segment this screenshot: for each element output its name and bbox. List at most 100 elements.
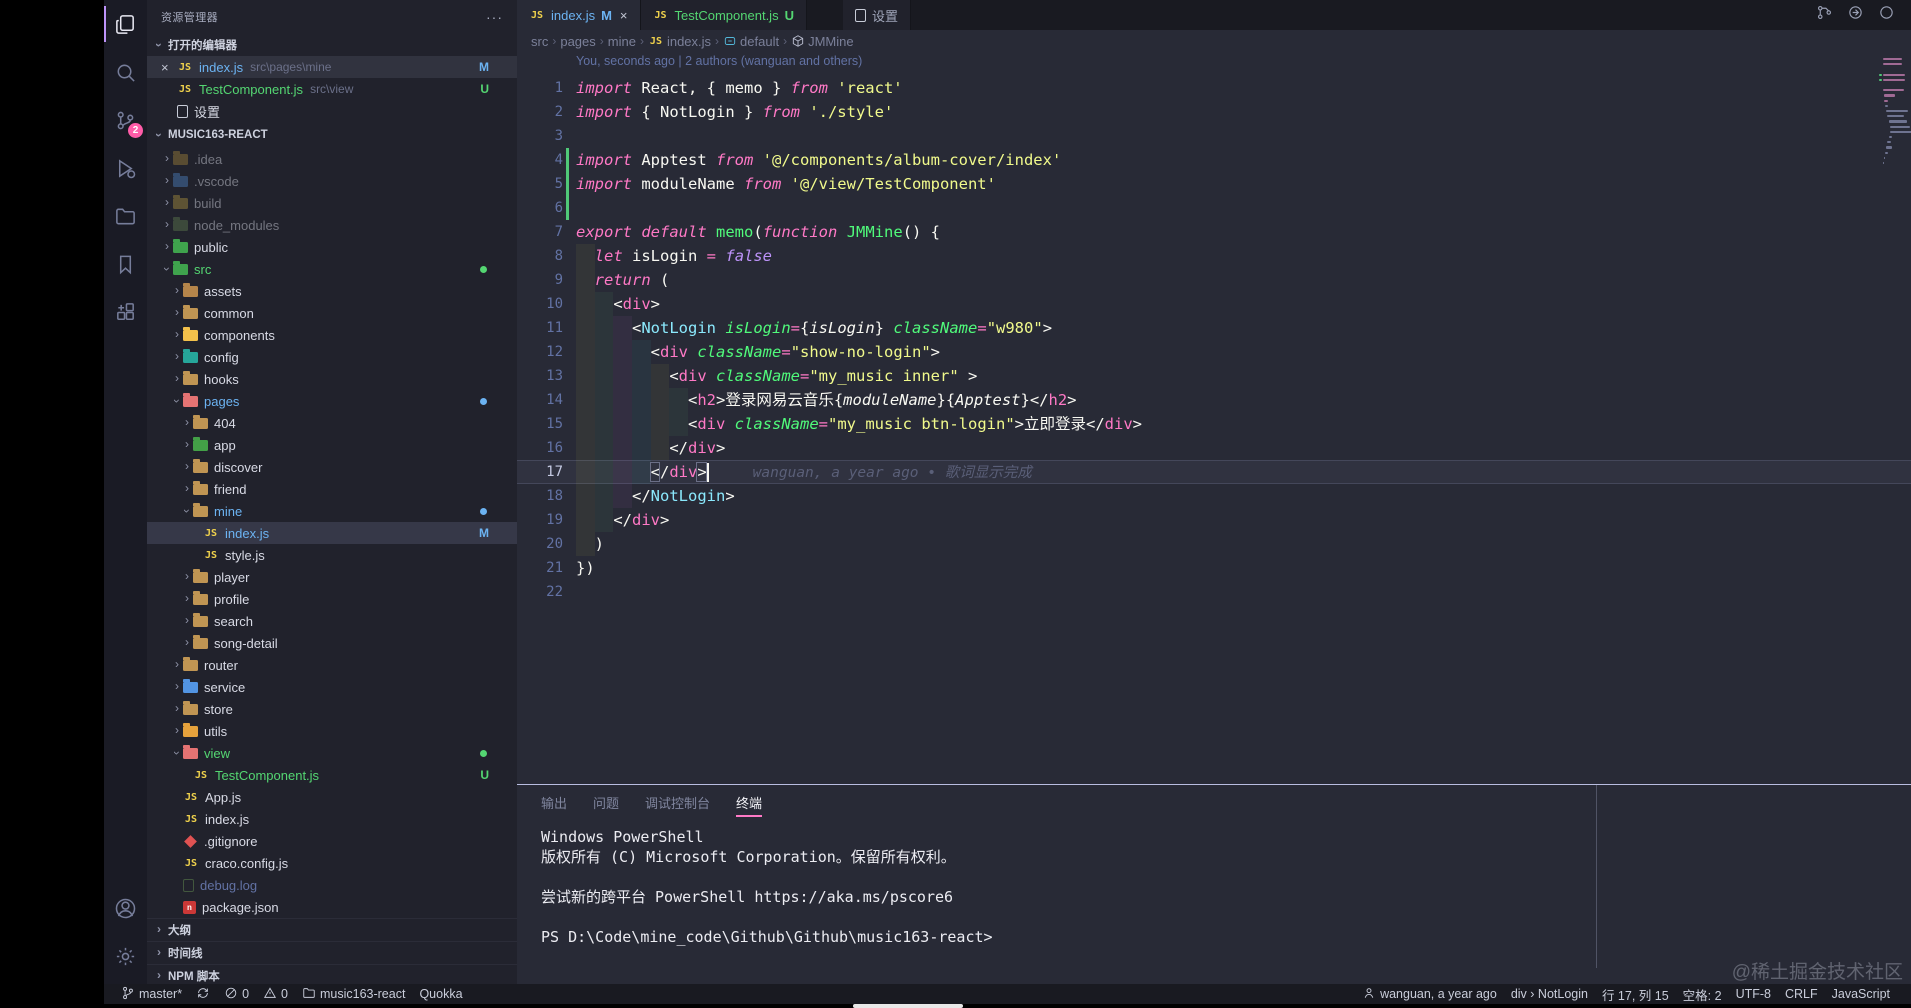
code-line[interactable]: 1 import React, { memo } from 'react' xyxy=(517,76,1911,100)
source-control-graph-icon[interactable] xyxy=(1816,4,1833,26)
run-debug-icon[interactable] xyxy=(104,144,147,192)
tree-item[interactable]: .gitignore xyxy=(147,830,517,852)
code-line[interactable]: 4 import Apptest from '@/components/album… xyxy=(517,148,1911,172)
tree-item[interactable]: › view xyxy=(147,742,517,764)
tree-item[interactable]: › .idea xyxy=(147,148,517,170)
tree-item[interactable]: JS style.js xyxy=(147,544,517,566)
status-item[interactable]: music163-react xyxy=(295,986,412,1003)
line-number[interactable]: 18 xyxy=(517,484,563,508)
code-line[interactable]: 5 import moduleName from '@/view/TestComp… xyxy=(517,172,1911,196)
code-line[interactable]: 10 <div> xyxy=(517,292,1911,316)
status-item[interactable]: wanguan, a year ago xyxy=(1355,985,1504,1004)
account-icon[interactable] xyxy=(104,884,147,932)
status-item[interactable]: 0 xyxy=(256,986,295,1003)
line-number[interactable]: 3 xyxy=(517,124,563,148)
tree-item[interactable]: › router xyxy=(147,654,517,676)
line-number[interactable]: 9 xyxy=(517,268,563,292)
files-icon[interactable] xyxy=(104,0,147,48)
line-number[interactable]: 1 xyxy=(517,76,563,100)
status-item[interactable]: 空格: 2 xyxy=(1676,985,1729,1004)
status-item[interactable]: div › NotLogin xyxy=(1504,985,1595,1004)
open-editor-item[interactable]: × JS index.js src\pages\mine M xyxy=(147,56,517,78)
tree-item[interactable]: JS craco.config.js xyxy=(147,852,517,874)
code-line[interactable]: 17 </div> wanguan, a year ago • 歌词显示完成 xyxy=(517,460,1911,484)
line-number[interactable]: 16 xyxy=(517,436,563,460)
tree-item[interactable]: › pages xyxy=(147,390,517,412)
line-number[interactable]: 2 xyxy=(517,100,563,124)
breadcrumb-item[interactable]: src xyxy=(531,34,548,49)
code-line[interactable]: 8 let isLogin = false xyxy=(517,244,1911,268)
code-line[interactable]: 9 return ( xyxy=(517,268,1911,292)
tree-item[interactable]: › common xyxy=(147,302,517,324)
tree-item[interactable]: › service xyxy=(147,676,517,698)
extensions-icon[interactable] xyxy=(104,288,147,336)
tree-item[interactable]: › src xyxy=(147,258,517,280)
panel-tab-调试控制台[interactable]: 调试控制台 xyxy=(645,793,710,817)
preview-circle-icon[interactable] xyxy=(1878,4,1895,26)
code-line[interactable]: 15 <div className="my_music btn-login">立… xyxy=(517,412,1911,436)
tab-设置[interactable]: 设置 xyxy=(842,0,911,30)
tree-item[interactable]: › config xyxy=(147,346,517,368)
search-icon[interactable] xyxy=(104,48,147,96)
breadcrumb-item[interactable]: JMMine xyxy=(791,34,854,49)
tree-item[interactable]: › 404 xyxy=(147,412,517,434)
open-editor-item[interactable]: 设置 xyxy=(147,100,517,122)
line-number[interactable]: 13 xyxy=(517,364,563,388)
open-editors-header[interactable]: › 打开的编辑器 xyxy=(147,34,517,56)
bookmark-icon[interactable] xyxy=(104,240,147,288)
line-number[interactable]: 22 xyxy=(517,580,563,604)
tree-item[interactable]: › utils xyxy=(147,720,517,742)
panel-tab-终端[interactable]: 终端 xyxy=(736,793,763,817)
codelens-annotation[interactable]: You, seconds ago | 2 authors (wanguan an… xyxy=(576,54,862,68)
tree-item[interactable]: › public xyxy=(147,236,517,258)
code-line[interactable]: 22 xyxy=(517,580,1911,604)
tree-item[interactable]: JS index.js M xyxy=(147,522,517,544)
line-number[interactable]: 20 xyxy=(517,532,563,556)
code-line[interactable]: 14 <h2>登录网易云音乐{moduleName}{Apptest}</h2> xyxy=(517,388,1911,412)
close-icon[interactable]: × xyxy=(161,60,177,75)
line-number[interactable]: 5 xyxy=(517,172,563,196)
tree-item[interactable]: › node_modules xyxy=(147,214,517,236)
line-number[interactable]: 7 xyxy=(517,220,563,244)
tree-item[interactable]: › song-detail xyxy=(147,632,517,654)
code-line[interactable]: 19 </div> xyxy=(517,508,1911,532)
code-line[interactable]: 6 xyxy=(517,196,1911,220)
code-line[interactable]: 20 ) xyxy=(517,532,1911,556)
breadcrumb-item[interactable]: pages xyxy=(560,34,595,49)
tree-item[interactable]: › .vscode xyxy=(147,170,517,192)
code-line[interactable]: 13 <div className="my_music inner" > xyxy=(517,364,1911,388)
tree-item[interactable]: › mine xyxy=(147,500,517,522)
line-number[interactable]: 10 xyxy=(517,292,563,316)
tab-index.js[interactable]: JS index.js M × xyxy=(517,0,641,30)
tree-item[interactable]: › discover xyxy=(147,456,517,478)
terminal[interactable]: Windows PowerShell 版权所有 (C) Microsoft Cor… xyxy=(517,817,1911,947)
status-item[interactable]: master* xyxy=(114,986,189,1003)
open-editor-item[interactable]: JS TestComponent.js src\view U xyxy=(147,78,517,100)
line-number[interactable]: 11 xyxy=(517,316,563,340)
breadcrumb-item[interactable]: JS index.js xyxy=(648,34,711,49)
line-number[interactable]: 17 xyxy=(517,460,563,484)
line-number[interactable]: 12 xyxy=(517,340,563,364)
tree-item[interactable]: › profile xyxy=(147,588,517,610)
code-editor[interactable]: You, seconds ago | 2 authors (wanguan an… xyxy=(517,52,1911,784)
status-item[interactable]: 行 17, 列 15 xyxy=(1595,985,1676,1004)
settings-gear-icon[interactable] xyxy=(104,932,147,980)
close-icon[interactable]: × xyxy=(620,8,628,23)
code-line[interactable]: 3 xyxy=(517,124,1911,148)
tree-item[interactable]: › hooks xyxy=(147,368,517,390)
more-actions-icon[interactable]: ··· xyxy=(486,9,503,25)
folder-explorer-icon[interactable] xyxy=(104,192,147,240)
tab-TestComponent.js[interactable]: JS TestComponent.js U xyxy=(640,0,807,30)
panel-tab-输出[interactable]: 输出 xyxy=(541,793,567,817)
line-number[interactable]: 8 xyxy=(517,244,563,268)
status-item[interactable]: UTF-8 xyxy=(1729,985,1778,1004)
code-line[interactable]: 11 <NotLogin isLogin={isLogin} className… xyxy=(517,316,1911,340)
tree-item[interactable]: › assets xyxy=(147,280,517,302)
line-number[interactable]: 19 xyxy=(517,508,563,532)
sidebar-section-大纲[interactable]: › 大纲 xyxy=(147,918,517,941)
tree-item[interactable]: › components xyxy=(147,324,517,346)
tree-item[interactable]: › friend xyxy=(147,478,517,500)
tree-item[interactable]: › player xyxy=(147,566,517,588)
tree-item[interactable]: › build xyxy=(147,192,517,214)
tree-item[interactable]: JS index.js xyxy=(147,808,517,830)
